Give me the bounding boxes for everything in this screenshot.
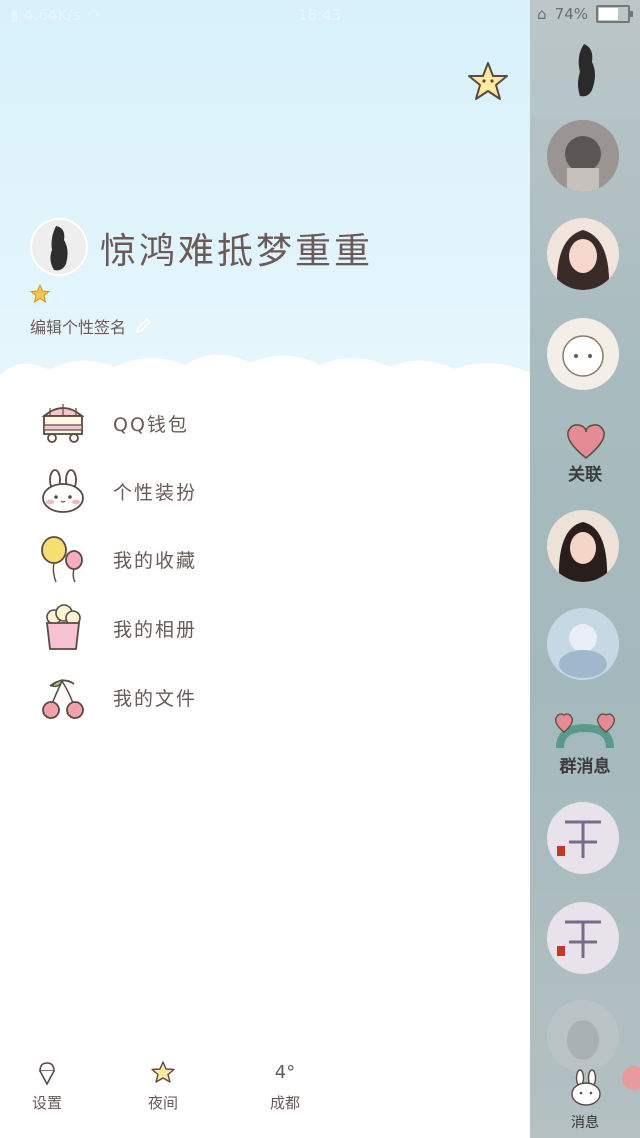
profile-nickname[interactable]: 惊鸿难抵梦重重: [100, 222, 373, 274]
dimmed-conversation-list[interactable]: 关联 群消息 消息: [530, 0, 640, 1138]
popcorn-icon: [45, 604, 81, 650]
wifi-icon: ◠: [86, 6, 100, 24]
conversation-avatar[interactable]: [547, 608, 619, 680]
contacts-label: 关联: [568, 465, 602, 485]
settings-label: 设置: [31, 1094, 62, 1112]
weather-city: 成都: [269, 1094, 300, 1112]
menu-item-favorites[interactable]: 我的收藏: [0, 528, 530, 590]
ice-cream-settings-icon: [39, 1062, 55, 1086]
bunny-messages-icon[interactable]: [570, 1068, 602, 1108]
conversation-avatar[interactable]: [547, 218, 619, 290]
clock: 18:43: [298, 6, 342, 24]
cart-icon: [41, 404, 85, 443]
star-night-icon: [151, 1061, 175, 1083]
battery-icon: [596, 5, 633, 23]
messages-tab-label[interactable]: 消息: [530, 1112, 640, 1132]
menu-item-qq-wallet[interactable]: QQ钱包: [0, 392, 530, 454]
menu-label: 我的相册: [113, 618, 198, 641]
signal-icon: ▮: [10, 6, 19, 24]
default-avatar[interactable]: [547, 1000, 619, 1072]
pencil-icon: [135, 317, 152, 334]
conversation-avatar[interactable]: [547, 120, 619, 192]
heart-contacts-icon[interactable]: [564, 420, 608, 460]
menu-item-album[interactable]: 我的相册: [0, 597, 530, 659]
group-messages-label: 群消息: [559, 757, 611, 777]
status-bar: ▮ 4.64K/s ◠ 18:43 ⌂ 74%: [0, 0, 640, 32]
conversation-avatar[interactable]: [547, 510, 619, 582]
conversation-avatar[interactable]: [554, 40, 614, 100]
conversation-avatar[interactable]: [547, 902, 619, 974]
alarm-icon: ⌂: [537, 5, 547, 23]
menu-item-files[interactable]: 我的文件: [0, 666, 530, 728]
menu-label: 个性装扮: [113, 481, 198, 504]
menu-label: 我的收藏: [113, 549, 198, 572]
network-speed: 4.64K/s: [24, 6, 81, 24]
profile-avatar[interactable]: [30, 218, 88, 276]
menu-label: QQ钱包: [113, 413, 189, 436]
vip-star-icon: [30, 284, 50, 304]
menu-label: 我的文件: [113, 687, 198, 710]
battery-percent: 74%: [554, 5, 588, 23]
balloons-icon: [41, 536, 83, 583]
group-hearts-icon[interactable]: [552, 708, 618, 754]
conversation-avatar[interactable]: [547, 802, 619, 874]
star-theme-icon[interactable]: [466, 60, 510, 104]
menu-item-personalization[interactable]: 个性装扮: [0, 460, 530, 522]
side-drawer: 惊鸿难抵梦重重 编辑个性签名 QQ钱包 个性装扮 我的收藏 我的相册 我的文件 …: [0, 0, 530, 1138]
weather-button[interactable]: 4° 成都: [240, 1060, 330, 1113]
conversation-avatar[interactable]: [547, 318, 619, 390]
edit-signature[interactable]: 编辑个性签名: [30, 314, 152, 338]
settings-button[interactable]: 设置: [2, 1060, 92, 1113]
bunny-icon: [42, 469, 84, 513]
weather-temperature: 4°: [274, 1062, 296, 1083]
unread-badge: [622, 1066, 640, 1090]
night-mode-button[interactable]: 夜间: [118, 1060, 208, 1113]
night-label: 夜间: [147, 1094, 178, 1112]
cherry-icon: [42, 678, 84, 719]
signature-label: 编辑个性签名: [30, 318, 127, 337]
